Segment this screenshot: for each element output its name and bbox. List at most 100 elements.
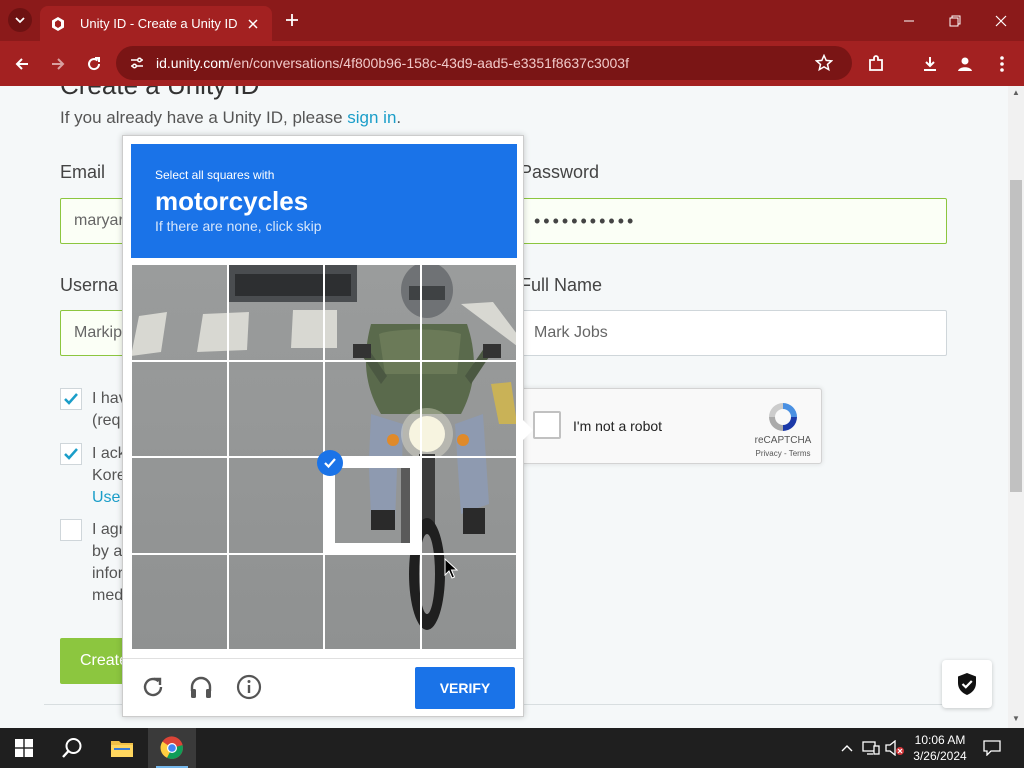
tab-close-icon[interactable] — [244, 15, 262, 33]
challenge-footer: VERIFY — [123, 658, 523, 716]
chat-bubble-icon — [983, 740, 1001, 756]
recaptcha-label: I'm not a robot — [573, 418, 663, 434]
challenge-tile[interactable] — [227, 360, 324, 457]
signin-suffix: . — [396, 108, 402, 127]
challenge-tile[interactable] — [227, 457, 324, 554]
challenge-tile[interactable] — [420, 457, 517, 554]
challenge-tile[interactable] — [227, 553, 324, 650]
terms-checkbox[interactable] — [60, 388, 82, 410]
clock-time: 10:06 AM — [914, 733, 966, 747]
unity-favicon-icon — [52, 16, 64, 31]
signin-link[interactable]: sign in — [347, 108, 396, 127]
privacy-checkbox[interactable] — [60, 443, 82, 465]
challenge-tile[interactable] — [227, 264, 324, 361]
challenge-tile[interactable] — [131, 264, 228, 361]
challenge-tile[interactable] — [131, 360, 228, 457]
challenge-instruction: Select all squares with — [155, 168, 275, 182]
minimize-button[interactable] — [886, 0, 932, 41]
volume-button[interactable] — [884, 728, 906, 768]
challenge-tile[interactable] — [324, 553, 421, 650]
password-label: Password — [520, 162, 600, 182]
network-status-button[interactable] — [860, 728, 882, 768]
downloads-button[interactable] — [917, 51, 943, 77]
marketing-line: med — [92, 587, 124, 604]
windows-logo-icon — [15, 739, 33, 757]
audio-challenge-button[interactable] — [187, 673, 215, 701]
recaptcha-checkbox[interactable] — [533, 411, 561, 439]
privacy-link[interactable]: Use — [92, 487, 126, 509]
recaptcha-terms-link[interactable]: Privacy - Terms — [747, 449, 819, 458]
show-hidden-icons-button[interactable] — [838, 728, 856, 768]
url-path: /en/conversations/4f800b96-158c-43d9-aad… — [229, 55, 629, 71]
new-tab-button[interactable] — [282, 10, 302, 30]
bookmark-star-icon[interactable] — [812, 51, 836, 75]
windows-taskbar: 10:06 AM 3/26/2024 — [0, 728, 1024, 768]
notifications-button[interactable] — [978, 728, 1006, 768]
info-button[interactable] — [235, 673, 263, 701]
folder-icon — [111, 741, 133, 757]
reload-challenge-button[interactable] — [139, 673, 167, 701]
search-icon — [62, 738, 82, 758]
site-info-icon[interactable] — [126, 52, 148, 74]
verify-button[interactable]: VERIFY — [415, 667, 515, 709]
url-text: id.unity.com/en/conversations/4f800b96-1… — [156, 55, 812, 71]
back-button[interactable] — [9, 51, 35, 77]
recaptcha-logo-icon — [769, 403, 797, 431]
marketing-line: by a — [92, 543, 123, 560]
reload-button[interactable] — [81, 51, 107, 77]
page-scrollbar-thumb[interactable] — [1010, 180, 1022, 492]
challenge-tile[interactable] — [324, 264, 421, 361]
challenge-tile-selected[interactable] — [317, 450, 421, 554]
volume-muted-icon — [885, 740, 904, 756]
challenge-tile[interactable] — [131, 457, 228, 554]
marketing-checkbox[interactable] — [60, 519, 82, 541]
marketing-text: I agr by a infor med — [92, 519, 124, 607]
privacy-line: I ack — [92, 445, 126, 462]
password-field[interactable]: ••••••••••• — [520, 198, 947, 244]
challenge-tile[interactable] — [420, 360, 517, 457]
scroll-up-arrow[interactable]: ▲ — [1011, 88, 1021, 98]
chrome-icon — [160, 736, 183, 759]
tab-search-button[interactable] — [8, 8, 32, 32]
file-explorer-button[interactable] — [98, 728, 146, 768]
browser-tab-active[interactable]: Unity ID - Create a Unity ID — [40, 6, 272, 41]
privacy-line: Kore — [92, 467, 126, 484]
arrow-right-icon — [52, 58, 65, 70]
marketing-line: I agr — [92, 521, 125, 538]
challenge-header: Select all squares with motorcycles If t… — [131, 144, 517, 258]
start-button[interactable] — [0, 728, 48, 768]
browser-titlebar: Unity ID - Create a Unity ID — [0, 0, 1024, 41]
fullname-field[interactable]: Mark Jobs — [520, 310, 947, 356]
signin-prefix: If you already have a Unity ID, please — [60, 108, 348, 127]
challenge-tile[interactable] — [420, 264, 517, 361]
chrome-taskbar-button[interactable] — [148, 728, 196, 768]
tab-title: Unity ID - Create a Unity ID — [80, 16, 238, 31]
restore-button[interactable] — [932, 0, 978, 41]
selected-tile-image — [335, 468, 410, 543]
profile-button[interactable] — [952, 51, 978, 77]
challenge-tile[interactable] — [131, 553, 228, 650]
challenge-target: motorcycles — [155, 186, 309, 216]
address-bar[interactable]: id.unity.com/en/conversations/4f800b96-1… — [116, 46, 852, 80]
challenge-hint: If there are none, click skip — [155, 218, 322, 234]
forward-button[interactable] — [45, 51, 71, 77]
arrow-left-icon — [15, 58, 28, 70]
security-badge-button[interactable] — [942, 660, 992, 708]
extensions-button[interactable] — [863, 51, 889, 77]
reload-icon — [88, 57, 101, 71]
system-clock[interactable]: 10:06 AM 3/26/2024 — [908, 732, 972, 764]
clock-date: 3/26/2024 — [913, 749, 967, 763]
plus-icon — [286, 14, 298, 26]
refresh-icon — [143, 677, 163, 697]
recaptcha-challenge: Select all squares with motorcycles If t… — [122, 135, 533, 717]
browser-menu-button[interactable] — [989, 51, 1015, 77]
taskbar-search-button[interactable] — [48, 728, 96, 768]
challenge-tile[interactable] — [420, 553, 517, 650]
account-icon — [958, 57, 972, 71]
challenge-tile[interactable] — [324, 360, 421, 457]
close-window-button[interactable] — [978, 0, 1024, 41]
scroll-down-arrow[interactable]: ▼ — [1011, 714, 1021, 724]
download-icon — [924, 57, 936, 71]
popup-arrow — [523, 420, 533, 440]
minimize-icon — [904, 20, 914, 21]
